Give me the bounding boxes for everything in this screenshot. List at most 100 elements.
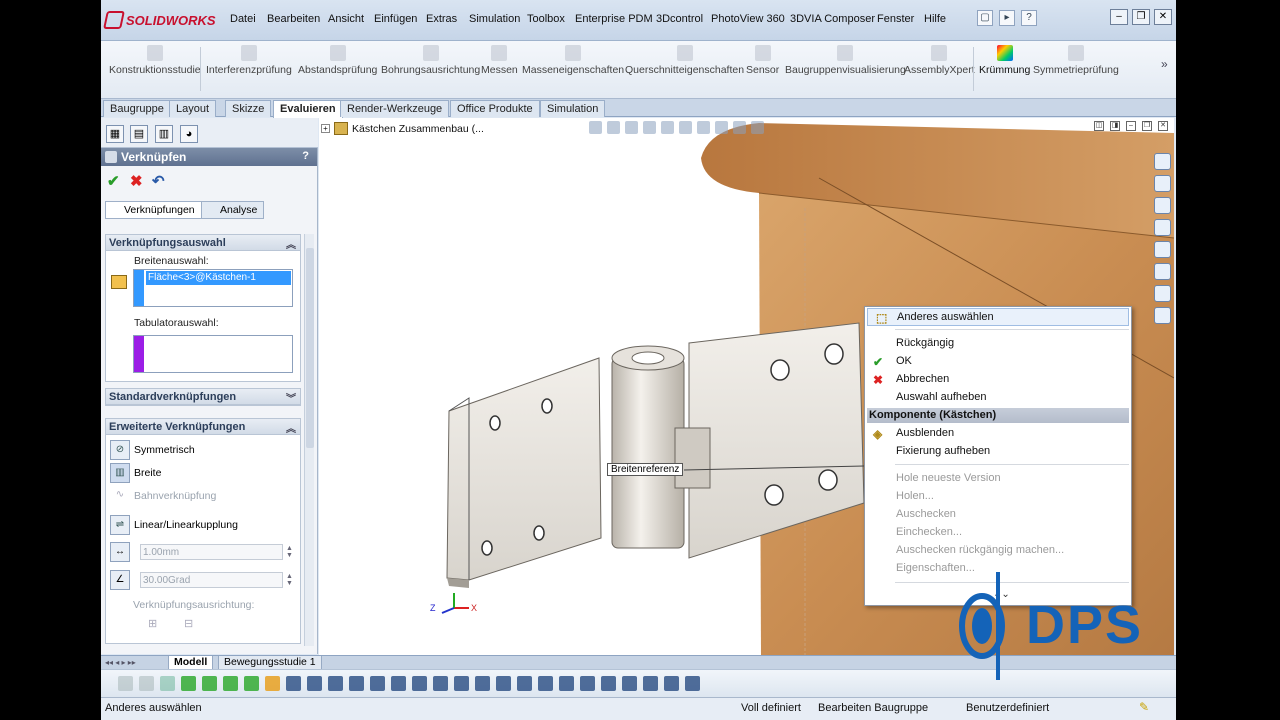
option-symmetrisch[interactable]: ⊘ Symmetrisch	[110, 440, 195, 460]
menu-bearbeiten[interactable]: Bearbeiten	[267, 13, 320, 25]
cancel-button[interactable]: ✖	[130, 172, 143, 190]
cmd-kruemmung[interactable]: Krümmung	[979, 45, 1030, 76]
toolbar-tool-icon[interactable]	[580, 676, 595, 691]
zoom-to-fit-icon[interactable]	[589, 121, 602, 134]
menu-ansicht[interactable]: Ansicht	[328, 13, 364, 25]
toolbar-tool-icon[interactable]	[118, 676, 133, 691]
tab-skizze[interactable]: Skizze	[225, 100, 272, 117]
tab-scroll-icon[interactable]: ◂◂ ◂ ▸ ▸▸	[105, 658, 136, 667]
propertymanager-icon[interactable]: ▤	[130, 125, 148, 143]
toolbar-tool-icon[interactable]	[643, 676, 658, 691]
displaymanager-icon[interactable]: ◕	[180, 125, 198, 143]
menu-toolbox[interactable]: Toolbox	[527, 13, 565, 25]
cmd-abstandspruefung[interactable]: Abstandsprüfung	[298, 45, 377, 76]
toolbar-tool-icon[interactable]	[286, 676, 301, 691]
tab-baugruppe[interactable]: Baugruppe	[103, 100, 171, 117]
toolbar-tool-icon[interactable]	[370, 676, 385, 691]
cmd-konstruktionsstudie[interactable]: Konstruktionsstudie	[109, 45, 201, 76]
aligned-icon[interactable]: ⊞	[148, 617, 166, 633]
open-folder-icon[interactable]: ▸	[999, 10, 1015, 26]
menu-item-anderes-auswaehlen[interactable]: ⬚ Anderes auswählen	[867, 308, 1129, 326]
edit-appearance-icon[interactable]	[715, 121, 728, 134]
menu-extras[interactable]: Extras	[426, 13, 457, 25]
toolbar-tool-icon[interactable]	[223, 676, 238, 691]
tab-office-produkte[interactable]: Office Produkte	[450, 100, 540, 117]
toolbar-tool-icon[interactable]	[265, 676, 280, 691]
toolbar-tool-icon[interactable]	[517, 676, 532, 691]
distance-field[interactable]: 1.00mm	[140, 544, 283, 560]
tab-selection-box[interactable]	[133, 335, 293, 373]
toolbar-tool-icon[interactable]	[391, 676, 406, 691]
solidworks-logo[interactable]: SOLIDWORKS	[103, 9, 216, 31]
menu-item-abbrechen[interactable]: ✖ Abbrechen	[865, 371, 1131, 389]
menu-item-fixierung-aufheben[interactable]: Fixierung aufheben	[865, 443, 1131, 461]
toolbar-tool-icon[interactable]	[412, 676, 427, 691]
toolbar-tool-icon[interactable]	[538, 676, 553, 691]
menu-item-ausblenden[interactable]: ◈ Ausblenden	[865, 425, 1131, 443]
custom-properties-icon[interactable]	[1154, 307, 1171, 324]
zoom-area-icon[interactable]	[607, 121, 620, 134]
ok-button[interactable]: ✔	[107, 172, 120, 190]
menu-datei[interactable]: Datei	[230, 13, 256, 25]
toolbar-tool-icon[interactable]	[601, 676, 616, 691]
tab-simulation[interactable]: Simulation	[540, 100, 606, 117]
menu-hilfe[interactable]: Hilfe	[924, 13, 946, 25]
restore-icon[interactable]: ❐	[1132, 9, 1150, 25]
cmd-interferenzpruefung[interactable]: Interferenzprüfung	[206, 45, 292, 76]
toolbar-tool-icon[interactable]	[181, 676, 196, 691]
help-icon[interactable]: ?	[1021, 10, 1037, 26]
rebuild-icon[interactable]: ✎	[1139, 700, 1149, 714]
option-bahnverknuepfung[interactable]: ∿ Bahnverknüpfung	[110, 486, 217, 506]
cmd-sensor[interactable]: Sensor	[746, 45, 779, 76]
tree-node-assembly[interactable]: Kästchen Zusammenbau (...	[352, 123, 484, 135]
undo-icon[interactable]: ↶	[152, 172, 165, 190]
expand-icon[interactable]: +	[321, 124, 330, 133]
toolbar-tool-icon[interactable]	[433, 676, 448, 691]
toolbar-tool-icon[interactable]	[454, 676, 469, 691]
search-icon[interactable]	[1154, 219, 1171, 236]
solidworks-resources-icon[interactable]	[1154, 153, 1171, 170]
group-header[interactable]: Verknüpfungsauswahl ︽	[106, 235, 300, 251]
apply-scene-icon[interactable]	[733, 121, 746, 134]
view-palette-icon[interactable]	[1154, 263, 1171, 280]
more-commands-icon[interactable]: »	[1161, 57, 1168, 71]
design-library-icon[interactable]	[1154, 175, 1171, 192]
cmd-baugruppenvisualisierung[interactable]: Baugruppenvisualisierung	[785, 45, 906, 76]
menu-item-rueckgaengig[interactable]: Rückgängig	[865, 335, 1131, 353]
section-view-icon[interactable]	[643, 121, 656, 134]
viewport-minimize-icon[interactable]: –	[1126, 121, 1136, 131]
toolbar-tool-icon[interactable]	[244, 676, 259, 691]
toolbar-tool-icon[interactable]	[496, 676, 511, 691]
cmd-querschnitteigenschaften[interactable]: Querschnitteigenschaften	[625, 45, 744, 76]
hide-show-icon[interactable]	[697, 121, 710, 134]
close-icon[interactable]: ✕	[1154, 9, 1172, 25]
previous-view-icon[interactable]	[625, 121, 638, 134]
toolbar-tool-icon[interactable]	[328, 676, 343, 691]
tab-render-werkzeuge[interactable]: Render-Werkzeuge	[340, 100, 450, 117]
menu-simulation[interactable]: Simulation	[469, 13, 520, 25]
anti-aligned-icon[interactable]: ⊟	[184, 617, 202, 633]
distance-spinner-icon[interactable]: ▲ ▼	[286, 545, 293, 559]
group-header[interactable]: Erweiterte Verknüpfungen ︽	[106, 419, 300, 435]
option-breite[interactable]: ▥ Breite	[110, 463, 161, 483]
toolbar-tool-icon[interactable]	[475, 676, 490, 691]
menu-photoview[interactable]: PhotoView 360	[711, 13, 785, 25]
menu-einfuegen[interactable]: Einfügen	[374, 13, 417, 25]
minimize-icon[interactable]: –	[1110, 9, 1128, 25]
pm-scrollbar[interactable]	[304, 234, 314, 646]
toolbar-tool-icon[interactable]	[139, 676, 154, 691]
selected-face-item[interactable]: Fläche<3>@Kästchen-1	[146, 271, 291, 285]
toolbar-tool-icon[interactable]	[685, 676, 700, 691]
tab-layout[interactable]: Layout	[169, 100, 217, 117]
tab-modell[interactable]: Modell	[168, 656, 214, 670]
menu-item-ok[interactable]: ✔ OK	[865, 353, 1131, 371]
width-reference-callout[interactable]: Breitenreferenz	[607, 463, 684, 476]
split-vertical-icon[interactable]: ◨	[1110, 121, 1120, 131]
toolbar-tool-icon[interactable]	[202, 676, 217, 691]
cmd-bohrungsausrichtung[interactable]: Bohrungsausrichtung	[381, 45, 480, 76]
cmd-symmetriepruefung[interactable]: Symmetrieprüfung	[1033, 45, 1119, 76]
appearances-icon[interactable]	[1154, 285, 1171, 302]
status-units[interactable]: Benutzerdefiniert	[966, 702, 1049, 714]
split-horizontal-icon[interactable]: ◫	[1094, 121, 1104, 131]
menu-3dvia-composer[interactable]: 3DVIA Composer	[790, 13, 875, 25]
